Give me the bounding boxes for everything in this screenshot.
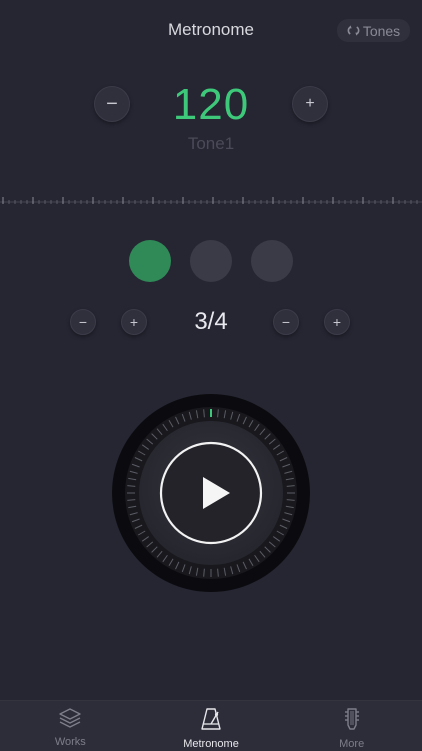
tones-button[interactable]: Tones (337, 19, 410, 42)
guitar-headstock-icon (340, 707, 364, 736)
beat-indicator-3 (251, 240, 293, 282)
tab-label: Works (54, 736, 86, 748)
refresh-icon (347, 24, 360, 37)
tab-label: Metronome (183, 738, 239, 750)
tones-label: Tones (362, 22, 401, 39)
bpm-value: 120 (172, 80, 250, 129)
tab-more[interactable]: More (281, 701, 422, 751)
layers-icon (58, 707, 82, 734)
bpm-decrease-button[interactable]: − (94, 86, 130, 122)
tab-works[interactable]: Works (0, 701, 141, 751)
tempo-ruler[interactable] (0, 196, 422, 208)
tab-metronome[interactable]: Metronome (141, 701, 282, 751)
beat-indicator-2 (190, 240, 232, 282)
note-value-decrease-button[interactable]: − (273, 309, 299, 335)
beats-increase-button[interactable]: + (121, 309, 147, 335)
note-value-increase-button[interactable]: + (324, 309, 350, 335)
tempo-dial[interactable] (111, 393, 311, 593)
bpm-increase-button[interactable]: + (292, 86, 328, 122)
beat-indicator-1 (129, 240, 171, 282)
time-signature: 3/4 (194, 308, 228, 335)
beats-decrease-button[interactable]: − (70, 309, 96, 335)
tab-label: More (339, 738, 365, 750)
tone-label: Tone1 (187, 134, 235, 153)
metronome-icon (199, 707, 223, 736)
tab-bar: Works Metronome More (0, 700, 422, 751)
